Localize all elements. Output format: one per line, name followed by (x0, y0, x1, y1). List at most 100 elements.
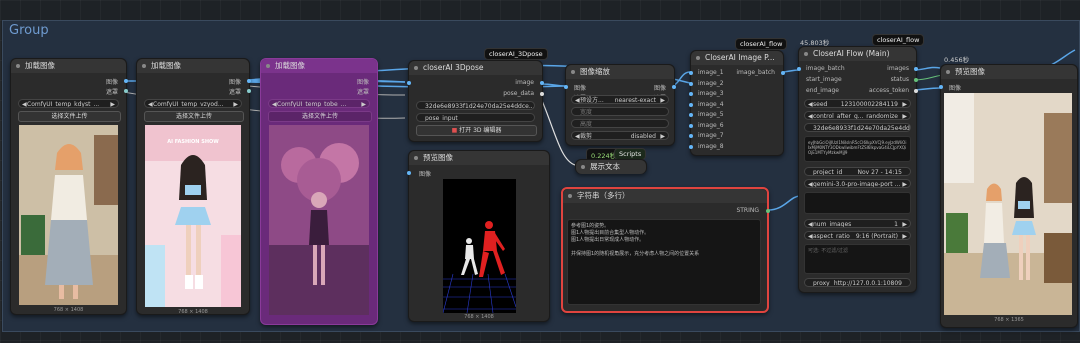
output-image-slot[interactable]: 图像 (654, 83, 666, 92)
negative-prompt-textarea[interactable]: 可选: 不过滤/过滤 (804, 244, 911, 274)
node-title[interactable]: closerAI 3Dpose (409, 61, 542, 75)
input-pin[interactable] (564, 85, 568, 89)
seed-number-field[interactable]: ◀ seed 123100002284119 ▶ (804, 99, 911, 108)
show-text-node[interactable]: 展示文本 (575, 159, 647, 174)
input-pin[interactable] (939, 85, 943, 89)
input-image-slot[interactable]: 图像 (419, 169, 431, 178)
node-title[interactable]: CloserAI Image P... (691, 51, 783, 65)
output-pin[interactable] (247, 89, 251, 93)
node-title[interactable]: 字符串（多行） (563, 189, 767, 203)
token-hash-textarea[interactable]: eyJhbGciOiJIUzI1NiIsInR5cCI6IkpXVCJ9.eyJ… (804, 136, 911, 162)
output-access-token-slot[interactable]: access_token (869, 87, 909, 94)
prompt-textarea[interactable] (804, 192, 911, 214)
input-image-slot[interactable]: 图像 (949, 83, 961, 92)
output-pin[interactable] (914, 67, 918, 71)
node-title[interactable]: 加载图像 (261, 59, 377, 73)
project-id-field[interactable]: project_id Nov 27 - 14:15 (804, 167, 911, 176)
output-pin[interactable] (914, 89, 918, 93)
aspect-ratio-select[interactable]: ◀ aspect_ratio 9:16 (Portrait) ▶ (804, 231, 911, 240)
input-pin[interactable] (797, 67, 801, 71)
input-pin[interactable] (689, 123, 693, 128)
image-file-select[interactable]: ◀ ComfyUI_temp_vzyod... ▶ (144, 99, 242, 108)
output-pin[interactable] (781, 71, 785, 75)
input-image-slot-1[interactable]: image_1 (698, 69, 724, 76)
output-string-slot[interactable]: STRING (736, 207, 759, 214)
input-image-slot-2[interactable]: image_2 (698, 80, 724, 87)
open-3d-editor-button[interactable]: ■ 打开 3D 编辑器 (416, 125, 537, 136)
node-title[interactable]: 图像缩放 (566, 65, 674, 79)
preview-image-node-1[interactable]: 预览图像 图像 768 × 1408 (407, 150, 550, 322)
input-pin[interactable] (689, 102, 693, 107)
input-image-slot[interactable]: 图像 (574, 83, 586, 92)
node-title[interactable]: CloserAI Flow (Main) (799, 47, 916, 61)
image-file-select[interactable]: ◀ ComfyUI_temp_kdyst_... ▶ (18, 99, 119, 108)
load-image-node-2[interactable]: 加载图像 图像 遮罩 ◀ ComfyUI_temp_vzyod... ▶ 选择文件上… (136, 58, 251, 315)
input-image-slot-3[interactable]: image_3 (698, 90, 724, 97)
input-image-slot-5[interactable]: image_5 (698, 111, 724, 118)
load-image-node-3-bypassed[interactable]: 加载图像 图像 遮罩 ◀ ComfyUI_temp_tobe_... ▶ 选择文件上… (260, 58, 378, 325)
input-pin[interactable] (407, 81, 411, 85)
image-file-select[interactable]: ◀ ComfyUI_temp_tobe_... ▶ (268, 99, 370, 108)
input-image-batch-slot[interactable]: image_batch (806, 65, 845, 72)
closerai-flow-main-node[interactable]: CloserAI Flow (Main) image_batch images … (797, 46, 918, 293)
output-pin[interactable] (540, 81, 544, 85)
string-textarea[interactable]: 参考图1的姿势。 图1人物提出目前合集型人物动作。 图1人物提出日常现成人物动作… (567, 219, 761, 305)
graph-canvas[interactable]: Group 加载图像 图像 遮罩 ◀ ComfyUI_temp_kdyst_..… (0, 0, 1080, 343)
output-image-slot[interactable]: image (515, 79, 534, 86)
output-image-slot[interactable]: 图像 (357, 77, 369, 86)
pose-input-field[interactable]: pose_input (416, 113, 535, 122)
input-pin[interactable] (689, 81, 693, 86)
input-pin[interactable] (689, 144, 693, 149)
token-field[interactable]: 32de6e8933f1d24e70da25e4ddce (804, 123, 911, 132)
output-pin[interactable] (540, 92, 544, 96)
node-title[interactable]: 加载图像 (137, 59, 249, 73)
output-pin[interactable] (247, 79, 251, 83)
output-image-batch-slot[interactable]: image_batch (736, 69, 775, 76)
input-end-image-slot[interactable]: end_image (806, 87, 839, 94)
closerai-image-pack-node[interactable]: CloserAI Image P... image_batch image_1i… (689, 50, 785, 156)
preset-select[interactable]: ◀ 预设方... nearest-exact ▶ (571, 95, 669, 104)
seed-text-field[interactable]: 32de6e8933f1d24e70da25e4ddce... (416, 101, 535, 110)
num-images-field[interactable]: ◀ num_images 1 ▶ (804, 219, 911, 228)
input-image-slot-6[interactable]: image_6 (698, 122, 724, 129)
output-pose-slot[interactable]: pose_data (503, 90, 534, 97)
input-pin[interactable] (689, 134, 693, 138)
image-resize-node[interactable]: 图像缩放 图像 图像 遮罩 遮罩 ◀预设方... nearest-exact▶ … (564, 64, 676, 146)
node-title[interactable]: 预览图像 (409, 151, 549, 165)
output-images-slot[interactable]: images (887, 65, 909, 72)
proxy-field[interactable]: proxy http://127.0.0.1:10809 (804, 278, 911, 287)
crop-select[interactable]: ◀ 裁剪 disabled ▶ (571, 131, 669, 140)
input-pin[interactable] (689, 113, 693, 117)
preview-image-node-2[interactable]: 预览图像 图像 768 × 1365 (939, 64, 1078, 328)
width-field[interactable]: 宽度 (571, 107, 669, 116)
input-pin[interactable] (407, 171, 411, 175)
output-pin[interactable] (124, 89, 128, 93)
output-mask-slot[interactable]: 遮罩 (229, 87, 241, 96)
load-image-node-1[interactable]: 加载图像 图像 遮罩 ◀ ComfyUI_temp_kdyst_... ▶ 选择文件… (10, 58, 128, 315)
string-multiline-node[interactable]: 字符串（多行） STRING 参考图1的姿势。 图1人物提出目前合集型人物动作。… (561, 187, 770, 313)
input-pin[interactable] (689, 92, 693, 96)
upload-button[interactable]: 选择文件上传 (18, 111, 121, 122)
input-image-slot-4[interactable]: image_4 (698, 101, 724, 108)
output-status-slot[interactable]: status (891, 76, 909, 83)
input-pin[interactable] (689, 71, 693, 75)
output-image-slot[interactable]: 图像 (229, 77, 241, 86)
output-pin[interactable] (766, 209, 770, 213)
output-pin[interactable] (124, 79, 128, 83)
height-field[interactable]: 高度 (571, 119, 669, 128)
closerai-3dpose-node[interactable]: closerAI 3Dpose image pose_data 32de6e89… (407, 60, 544, 142)
output-mask-slot[interactable]: 遮罩 (357, 87, 369, 96)
input-image-slot-8[interactable]: image_8 (698, 143, 724, 150)
input-image-slot-7[interactable]: image_7 (698, 132, 724, 139)
node-title[interactable]: 展示文本 (576, 160, 646, 174)
output-mask-slot[interactable]: 遮罩 (106, 87, 118, 96)
output-pin[interactable] (672, 85, 676, 89)
input-start-image-slot[interactable]: start_image (806, 76, 842, 83)
output-pin[interactable] (914, 78, 918, 82)
upload-button[interactable]: 选择文件上传 (144, 111, 244, 122)
upload-button[interactable]: 选择文件上传 (268, 111, 372, 122)
output-image-slot[interactable]: 图像 (106, 77, 118, 86)
node-title[interactable]: 预览图像 (941, 65, 1077, 79)
node-title[interactable]: 加载图像 (11, 59, 126, 73)
model-select[interactable]: ◀ gemini-3.0-pro-image-port ... ▶ (804, 179, 911, 188)
